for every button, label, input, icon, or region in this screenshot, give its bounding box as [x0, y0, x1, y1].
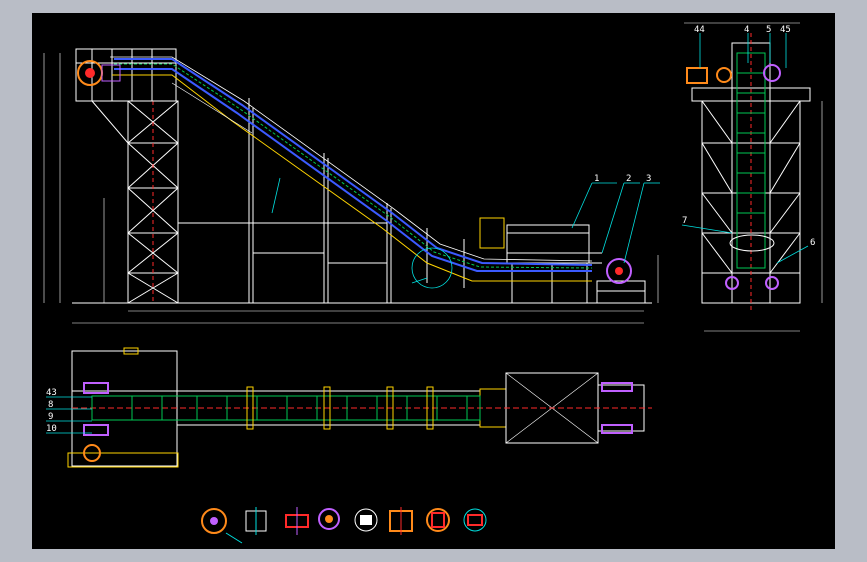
- callout-7: 7: [682, 216, 687, 226]
- callout-43: 43: [46, 388, 57, 398]
- detail-f: [389, 507, 413, 535]
- callout-3: 3: [646, 174, 651, 184]
- inclined-belt: [110, 56, 593, 282]
- plan-view: [71, 350, 652, 467]
- callout-1: 1: [594, 174, 599, 184]
- callout-2: 2: [626, 174, 631, 184]
- callout-9: 9: [48, 412, 53, 422]
- conveyor-assembly-drawing: 1 2 3 44 4 5 45 7 6 43 8 9 10: [43, 22, 823, 544]
- callout-8: 8: [48, 400, 53, 410]
- tail-pulley: [411, 247, 632, 289]
- drawing-frame: 1 2 3 44 4 5 45 7 6 43 8 9 10: [0, 0, 867, 562]
- detail-b: [245, 507, 267, 535]
- detail-c: [285, 507, 309, 535]
- detail-g: [426, 508, 450, 532]
- side-elevation-view: [43, 48, 659, 324]
- callout-5: 5: [766, 25, 771, 35]
- cad-drawing-canvas: 1 2 3 44 4 5 45 7 6 43 8 9 10: [32, 13, 835, 549]
- detail-e: [354, 508, 378, 532]
- callout-4: 4: [744, 25, 749, 35]
- head-drive-motor: [77, 60, 121, 86]
- detail-d: [318, 508, 340, 530]
- end-elevation-view: [684, 22, 823, 332]
- detail-h: [463, 508, 487, 532]
- end-view-drive: [686, 64, 781, 290]
- plan-view-belt: [91, 395, 481, 421]
- plan-view-drives: [83, 382, 633, 462]
- callout-44: 44: [694, 25, 705, 35]
- callout-6: 6: [810, 238, 815, 248]
- detail-sections: [201, 507, 487, 544]
- callout-10: 10: [46, 424, 57, 434]
- callout-45: 45: [780, 25, 791, 35]
- detail-a: [201, 508, 243, 544]
